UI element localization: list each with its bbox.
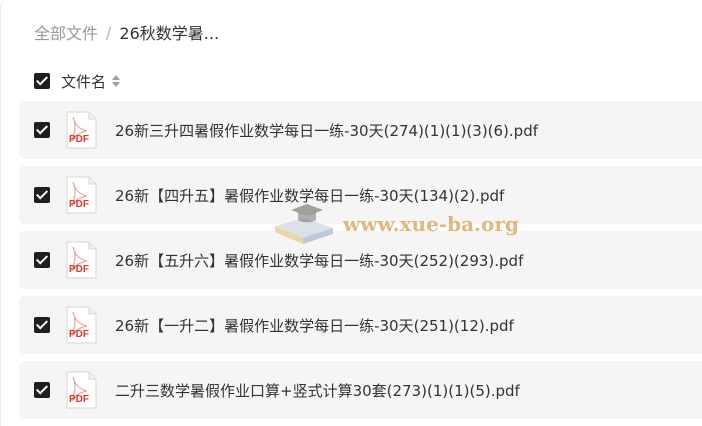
file-checkbox[interactable] [34, 252, 50, 268]
file-row[interactable]: PDF 26新【四升五】暑假作业数学每日一练-30天(134)(2).pdf [19, 166, 702, 224]
select-all-checkbox[interactable] [34, 73, 50, 89]
pdf-type-label: PDF [69, 199, 89, 210]
file-name[interactable]: 26新【五升六】暑假作业数学每日一练-30天(252)(293).pdf [115, 250, 523, 271]
file-row[interactable]: PDF 26新【五升六】暑假作业数学每日一练-30天(252)(293).pdf [19, 231, 702, 289]
pdf-file-icon: PDF [66, 306, 97, 344]
file-list-panel: 全部文件 / 26秋数学暑... 文件名 PDF 26新三升四暑假作业数学每日一… [0, 0, 702, 426]
file-row[interactable]: PDF 二升三数学暑假作业口算+竖式计算30套(273)(1)(1)(5).pd… [19, 361, 702, 419]
file-row[interactable]: PDF 26新三升四暑假作业数学每日一练-30天(274)(1)(1)(3)(6… [19, 101, 702, 159]
file-row[interactable]: PDF 26新【一升二】暑假作业数学每日一练-30天(251)(12).pdf [19, 296, 702, 354]
pdf-file-icon: PDF [66, 111, 97, 149]
file-name[interactable]: 二升三数学暑假作业口算+竖式计算30套(273)(1)(1)(5).pdf [115, 380, 520, 401]
sort-icon[interactable] [112, 75, 121, 87]
file-checkbox[interactable] [34, 122, 50, 138]
pdf-type-label: PDF [69, 394, 89, 405]
breadcrumb: 全部文件 / 26秋数学暑... [34, 20, 219, 44]
pdf-file-icon: PDF [66, 176, 97, 214]
breadcrumb-current-folder: 26秋数学暑... [119, 24, 220, 43]
file-name[interactable]: 26新【四升五】暑假作业数学每日一练-30天(134)(2).pdf [115, 185, 504, 206]
column-filename-label[interactable]: 文件名 [61, 71, 106, 92]
pdf-file-icon: PDF [66, 241, 97, 279]
pdf-type-label: PDF [69, 134, 89, 145]
pdf-type-label: PDF [69, 329, 89, 340]
pdf-file-icon: PDF [66, 371, 97, 409]
file-name[interactable]: 26新三升四暑假作业数学每日一练-30天(274)(1)(1)(3)(6).pd… [115, 120, 538, 141]
pdf-type-label: PDF [69, 264, 89, 275]
breadcrumb-separator: / [106, 22, 112, 42]
file-checkbox[interactable] [34, 382, 50, 398]
file-checkbox[interactable] [34, 187, 50, 203]
breadcrumb-root-link[interactable]: 全部文件 [34, 20, 98, 44]
list-header: 文件名 [34, 71, 121, 92]
file-name[interactable]: 26新【一升二】暑假作业数学每日一练-30天(251)(12).pdf [115, 315, 514, 336]
file-checkbox[interactable] [34, 317, 50, 333]
